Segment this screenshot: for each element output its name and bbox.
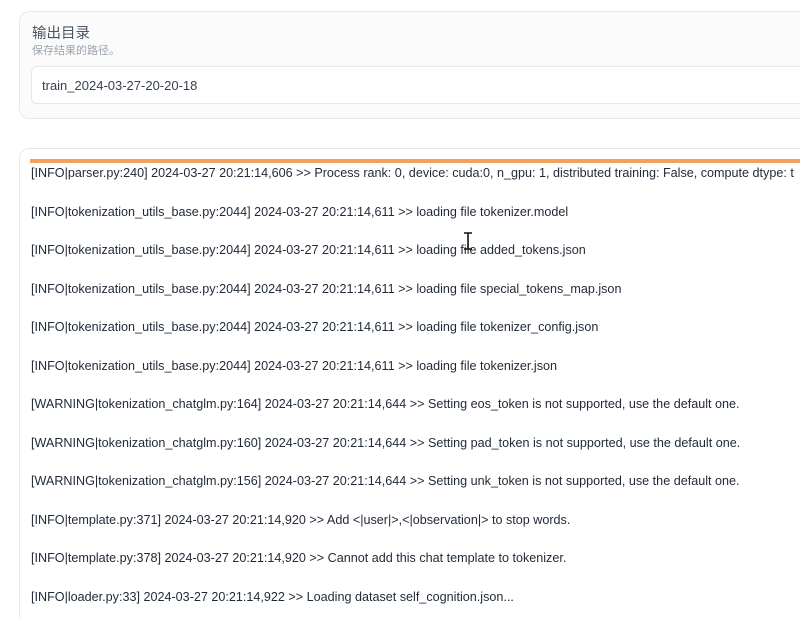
log-line: [WARNING|tokenization_chatglm.py:156] 20… bbox=[31, 474, 740, 488]
log-line: [INFO|loader.py:33] 2024-03-27 20:21:14,… bbox=[31, 589, 514, 604]
log-line: [INFO|tokenization_utils_base.py:2044] 2… bbox=[31, 204, 569, 219]
log-line: [WARNING|tokenization_chatglm.py:164] 20… bbox=[31, 397, 740, 411]
log-line: [INFO|tokenization_utils_base.py:2044] 2… bbox=[31, 320, 599, 334]
log-line: [INFO|parser.py:240] 2024-03-27 20:21:14… bbox=[31, 166, 794, 180]
output-dir-input[interactable]: train_2024-03-27-20-20-18 bbox=[31, 66, 800, 104]
output-dir-description: 保存结果的路径。 bbox=[32, 44, 120, 57]
log-line: [INFO|template.py:371] 2024-03-27 20:21:… bbox=[31, 512, 571, 527]
log-line: [INFO|tokenization_utils_base.py:2044] 2… bbox=[31, 281, 622, 296]
text-cursor-icon bbox=[464, 232, 472, 250]
log-line: [INFO|tokenization_utils_base.py:2044] 2… bbox=[31, 243, 586, 257]
log-line: [INFO|template.py:378] 2024-03-27 20:21:… bbox=[31, 551, 567, 565]
page: 输出目录 保存结果的路径。 train_2024-03-27-20-20-18 … bbox=[0, 0, 800, 618]
log-lines: [INFO|parser.py:240] 2024-03-27 20:21:14… bbox=[31, 161, 800, 618]
log-line: [WARNING|tokenization_chatglm.py:160] 20… bbox=[31, 435, 741, 450]
output-dir-label: 输出目录 bbox=[32, 26, 90, 42]
output-dir-card: 输出目录 保存结果的路径。 train_2024-03-27-20-20-18 bbox=[19, 11, 800, 119]
log-line: [INFO|tokenization_utils_base.py:2044] 2… bbox=[31, 358, 558, 373]
log-output-box[interactable]: [INFO|parser.py:240] 2024-03-27 20:21:14… bbox=[19, 148, 800, 618]
